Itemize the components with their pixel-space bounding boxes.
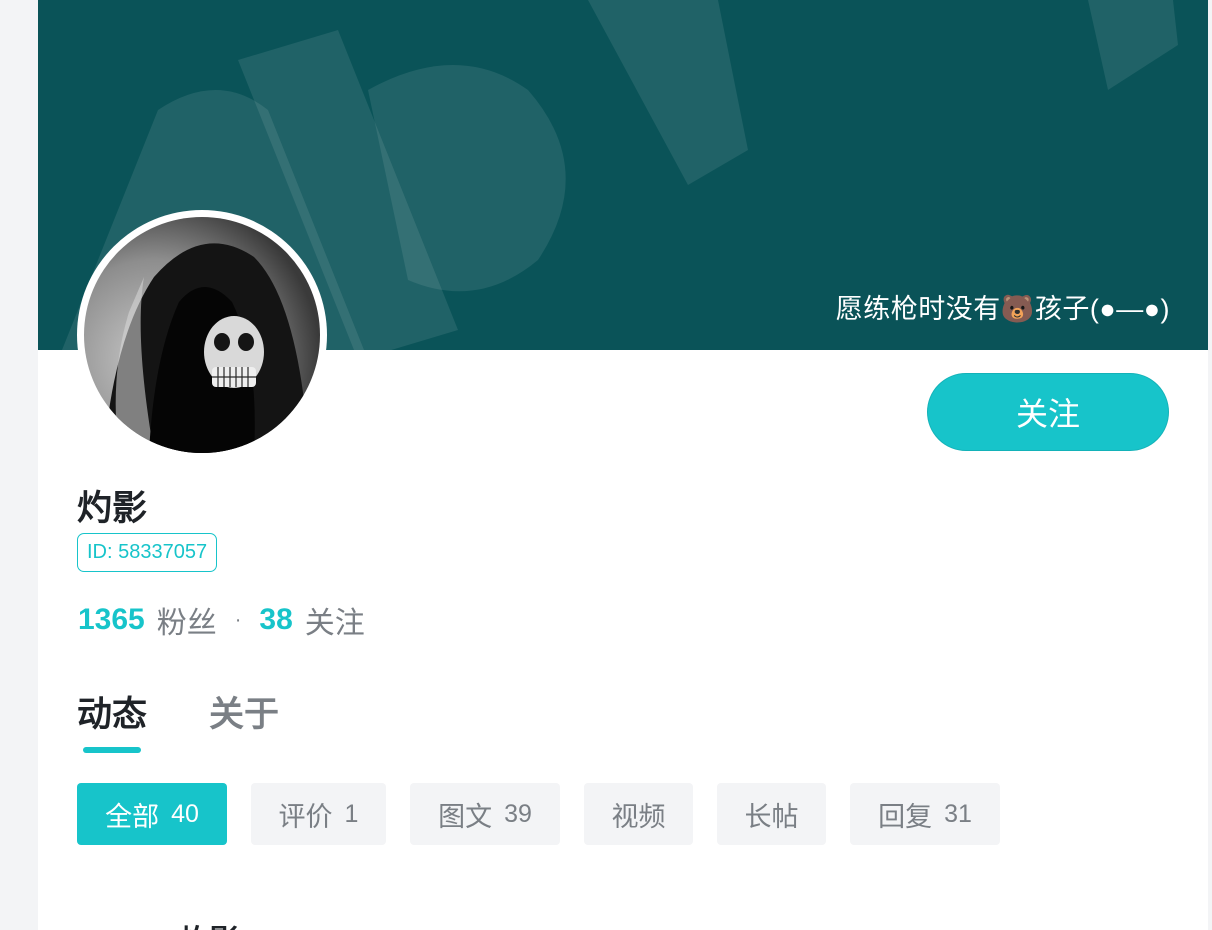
avatar[interactable] bbox=[77, 210, 327, 460]
username: 灼影 bbox=[77, 489, 148, 528]
filter-label: 图文 bbox=[438, 801, 493, 832]
profile-page: 愿练枪时没有🐻孩子(●—●) 关注 灼影 ID: 58337057 1365 粉… bbox=[38, 0, 1208, 930]
filter-image-text[interactable]: 图文 39 bbox=[410, 783, 560, 845]
filter-long-post[interactable]: 长帖 bbox=[717, 783, 826, 845]
user-id-badge: ID: 58337057 bbox=[77, 533, 218, 572]
feed-post-author[interactable]: 灼影 bbox=[179, 916, 239, 930]
filter-label: 评价 bbox=[278, 801, 333, 832]
following-label[interactable]: 关注 bbox=[305, 598, 365, 642]
filter-label: 回复 bbox=[878, 801, 933, 832]
filter-label: 视频 bbox=[611, 801, 666, 832]
profile-signature: 愿练枪时没有🐻孩子(●—●) bbox=[835, 294, 1170, 324]
filter-replies[interactable]: 回复 31 bbox=[850, 783, 1000, 845]
profile-stats: 1365 粉丝 · 38 关注 bbox=[78, 598, 365, 642]
feed-filter-bar: 全部 40 评价 1 图文 39 视频 长帖 回复 31 bbox=[77, 783, 1024, 845]
filter-count: 39 bbox=[504, 799, 532, 828]
hooded-skull-avatar-icon bbox=[84, 217, 320, 453]
follow-button[interactable]: 关注 bbox=[927, 373, 1169, 451]
filter-video[interactable]: 视频 bbox=[584, 783, 693, 845]
fans-count[interactable]: 1365 bbox=[78, 603, 145, 637]
following-count[interactable]: 38 bbox=[259, 603, 292, 637]
filter-label: 全部 bbox=[105, 801, 160, 832]
active-tab-indicator bbox=[83, 747, 141, 753]
filter-reviews[interactable]: 评价 1 bbox=[251, 783, 386, 845]
fans-label[interactable]: 粉丝 bbox=[157, 598, 217, 642]
tab-activity[interactable]: 动态 bbox=[77, 686, 147, 737]
filter-count: 31 bbox=[944, 799, 972, 828]
tab-about[interactable]: 关于 bbox=[209, 686, 279, 737]
filter-count: 1 bbox=[344, 799, 359, 828]
stats-separator: · bbox=[234, 608, 242, 631]
filter-count: 40 bbox=[171, 799, 199, 828]
filter-all[interactable]: 全部 40 bbox=[77, 783, 227, 845]
filter-label: 长帖 bbox=[744, 801, 799, 832]
